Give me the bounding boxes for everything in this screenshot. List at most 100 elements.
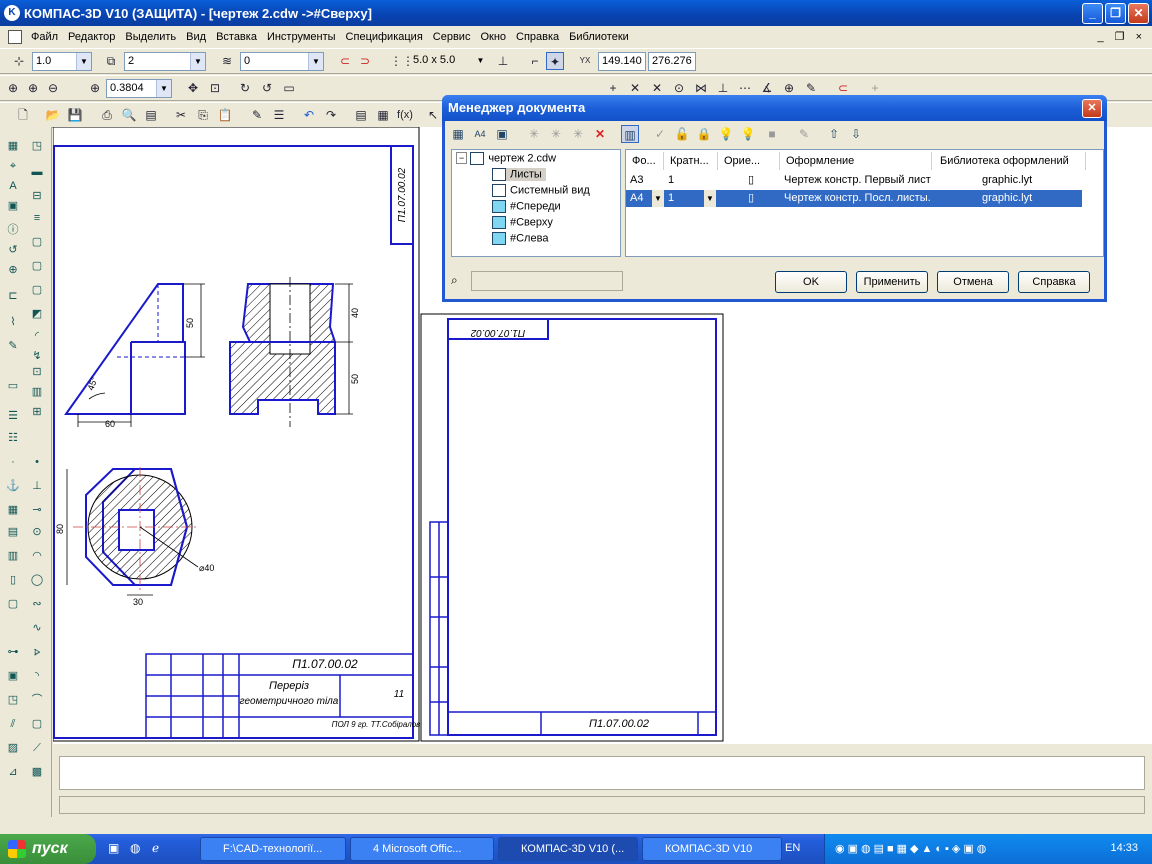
desktop-icon[interactable]: ◍ <box>130 841 140 855</box>
circle-icon[interactable]: ≡ <box>28 209 46 227</box>
line-icon[interactable]: ⊥ <box>28 477 46 495</box>
geometry-icon[interactable]: ▦ <box>4 137 22 155</box>
properties-icon[interactable]: ☰ <box>270 106 288 124</box>
measure-icon[interactable]: ⊿ <box>4 763 22 781</box>
pan-icon[interactable]: ✥ <box>184 79 202 97</box>
copy-icon[interactable]: ⎘ <box>194 106 212 124</box>
menu-specification[interactable]: Спецификация <box>341 31 428 43</box>
segment-tool-icon[interactable]: ⊸ <box>28 501 46 519</box>
arc-icon[interactable]: ▢ <box>28 233 46 251</box>
tree-item-top[interactable]: #Сверху <box>492 216 553 229</box>
maximize-button[interactable]: ❐ <box>1105 3 1126 24</box>
library-icon[interactable]: ▢ <box>4 595 22 613</box>
segment-icon[interactable]: ⊟ <box>28 187 46 205</box>
book-icon[interactable]: ▯ <box>4 571 22 589</box>
spline-icon[interactable]: ∾ <box>28 595 46 613</box>
symbols-icon[interactable]: A <box>4 177 22 195</box>
col-orientation[interactable]: Орие... <box>720 152 780 170</box>
minimize-button[interactable]: _ <box>1082 3 1103 24</box>
lock-icon[interactable]: 🔒 <box>695 125 713 143</box>
menu-libraries[interactable]: Библиотеки <box>564 31 634 43</box>
search-icon[interactable]: ⌕ <box>451 273 467 289</box>
layer-op-icon[interactable]: ✎ <box>795 125 813 143</box>
delete-icon[interactable]: ✕ <box>591 125 609 143</box>
menu-view[interactable]: Вид <box>181 31 211 43</box>
bulb-icon[interactable]: 💡 <box>717 125 735 143</box>
zoom-in-icon[interactable]: ⊕ <box>4 79 22 97</box>
mirror-icon[interactable]: ⊡ <box>28 363 46 381</box>
view-mode-icon[interactable]: ▥ <box>621 125 639 143</box>
fillet-tool-icon[interactable]: ◝ <box>28 667 46 685</box>
add-sheet-icon[interactable]: ▦ <box>449 125 467 143</box>
move-up-icon[interactable]: ⇧ <box>825 125 843 143</box>
rotate-icon[interactable]: ↺ <box>4 241 22 259</box>
redraw-icon[interactable]: ↺ <box>258 79 276 97</box>
properties-panel[interactable] <box>59 756 1145 790</box>
contour-icon[interactable]: ◳ <box>4 691 22 709</box>
cut-icon[interactable]: ✂ <box>172 106 190 124</box>
help-button[interactable]: Справка <box>1018 271 1090 293</box>
report-icon[interactable]: ☷ <box>4 429 22 447</box>
point-tool-icon[interactable]: • <box>28 453 46 471</box>
table-icon[interactable]: ▤ <box>4 523 22 541</box>
chevron-down-icon[interactable]: ▼ <box>652 190 664 207</box>
anchor-icon[interactable]: ⚓ <box>4 477 22 495</box>
tree-item-sheets[interactable]: Листы <box>492 168 546 181</box>
layers-icon[interactable]: ▥ <box>4 547 22 565</box>
unlock-icon[interactable]: 🔓 <box>673 125 691 143</box>
list-icon[interactable]: ☰ <box>4 407 22 425</box>
frame-icon[interactable]: ▭ <box>280 79 298 97</box>
table-row[interactable]: A3 1 ▯ Чертеж констр. Первый лист graphi… <box>626 172 1082 189</box>
chevron-down-icon[interactable]: ▼ <box>704 190 716 207</box>
refresh-icon[interactable]: ↻ <box>236 79 254 97</box>
color-icon[interactable]: ■ <box>763 125 781 143</box>
add-a4-icon[interactable]: A4 <box>471 125 489 143</box>
polyline-icon[interactable]: ⟋ <box>28 739 46 757</box>
bezier-icon[interactable]: ∿ <box>28 619 46 637</box>
task-kompas-1[interactable]: КОМПАС-3D V10 (... <box>498 837 638 861</box>
menu-select[interactable]: Выделить <box>120 31 181 43</box>
chevron-down-icon[interactable]: ▼ <box>156 80 171 97</box>
new-document-icon[interactable]: 🗋 <box>14 106 32 124</box>
pen-icon[interactable]: ✎ <box>4 337 22 355</box>
equidistant-icon[interactable]: ⫽ <box>4 715 22 733</box>
col-layout[interactable]: Оформление <box>782 152 932 170</box>
document-icon[interactable] <box>8 30 22 44</box>
task-kompas-2[interactable]: КОМПАС-3D V10 <box>642 837 782 861</box>
menu-help[interactable]: Справка <box>511 31 564 43</box>
ortho-icon[interactable]: ⊥ <box>494 52 512 70</box>
hatch-icon[interactable]: ▥ <box>28 383 46 401</box>
style-field[interactable]: 0 ▼ <box>240 52 324 71</box>
rect-tool-icon[interactable]: ▢ <box>28 715 46 733</box>
grid-icon[interactable]: ⋮⋮ <box>390 52 414 70</box>
menu-service[interactable]: Сервис <box>428 31 476 43</box>
dialog-close-button[interactable]: ✕ <box>1082 99 1102 118</box>
move-down-icon[interactable]: ⇩ <box>847 125 865 143</box>
node-icon[interactable]: ⊶ <box>4 643 22 661</box>
step-field[interactable]: 1.0 ▼ <box>32 52 92 71</box>
fillet-icon[interactable]: ◜ <box>28 327 46 345</box>
preview-icon[interactable]: ▤ <box>142 106 160 124</box>
dimensions-icon[interactable]: ⌖ <box>4 157 22 175</box>
circle-tool-icon[interactable]: ⊙ <box>28 523 46 541</box>
chamfer-icon[interactable]: ⦠ <box>28 643 46 661</box>
tray-icons[interactable]: ◉▣◍▤■▦◆▲◐▪◈▣◍ <box>835 842 989 855</box>
chevron-down-icon[interactable]: ▼ <box>308 53 323 70</box>
grid-tool-icon[interactable]: ▦ <box>4 501 22 519</box>
zoom-out-icon[interactable]: ⊖ <box>44 79 62 97</box>
leader-icon[interactable]: ⊏ <box>4 287 22 305</box>
menu-file[interactable]: Файл <box>26 31 63 43</box>
table-row-selected[interactable]: A4 ▼ 1 ▼ ▯ Чертеж констр. Посл. листы. g… <box>626 190 1082 207</box>
dot-icon[interactable]: · <box>4 453 22 471</box>
mdi-controls[interactable]: _ ❐ × <box>1097 30 1146 43</box>
cancel-button[interactable]: Отмена <box>937 271 1009 293</box>
layer-field[interactable]: 2 ▼ <box>124 52 206 71</box>
menu-editor[interactable]: Редактор <box>63 31 120 43</box>
zoom-window-icon[interactable]: ⊕ <box>24 79 42 97</box>
local-snap-icon[interactable]: ⊃ <box>356 52 374 70</box>
variables-icon[interactable]: ▦ <box>374 106 392 124</box>
style-icon[interactable]: ≋ <box>218 52 236 70</box>
spec-icon[interactable]: ▭ <box>4 377 22 395</box>
chevron-down-icon[interactable]: ▼ <box>190 53 205 70</box>
undo-icon[interactable]: ↶ <box>300 106 318 124</box>
